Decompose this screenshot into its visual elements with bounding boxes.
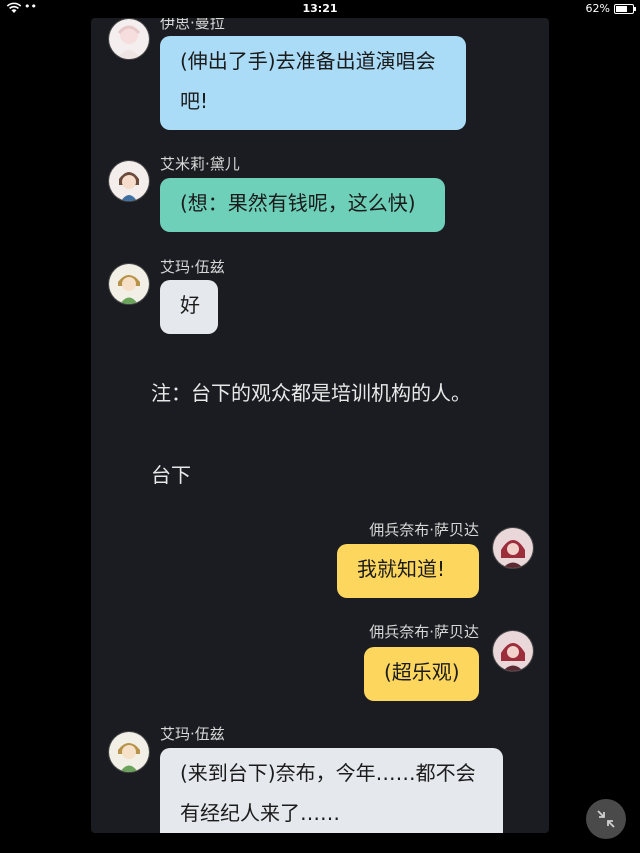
- message-text: (来到台下)奈布，今年……都不会: [180, 761, 476, 785]
- speaker-name: 伊思·曼拉: [160, 18, 225, 32]
- avatar-naib: [492, 630, 534, 672]
- collapse-arrows-icon: [597, 810, 615, 828]
- avatar-emily: [108, 160, 150, 202]
- message-text: 吧!: [180, 89, 209, 113]
- status-time: 13:21: [302, 2, 338, 15]
- status-bar: •• 13:21 62%: [0, 0, 640, 18]
- narration-text: 注：台下的观众都是培训机构的人。: [151, 381, 471, 405]
- chat-panel[interactable]: 伊思·曼拉 (伸出了手)去准备出道演唱会 吧! 艾米莉·黛儿 (想：果然有钱呢，…: [91, 18, 549, 833]
- message-text: (想：果然有钱呢，这么快): [180, 191, 416, 215]
- message-text: 我就知道!: [357, 557, 446, 581]
- speaker-name: 艾玛·伍兹: [160, 258, 225, 276]
- speaker-name: 佣兵奈布·萨贝达: [369, 623, 479, 641]
- message-text: 有经纪人来了……: [180, 801, 340, 825]
- speaker-name: 艾玛·伍兹: [160, 725, 225, 743]
- battery-percent: 62%: [585, 2, 610, 15]
- speaker-name: 佣兵奈布·萨贝达: [369, 521, 479, 539]
- message-text: (伸出了手)去准备出道演唱会: [180, 49, 436, 73]
- avatar-naib: [492, 527, 534, 569]
- avatar-yisi: [108, 18, 150, 60]
- narration-text: 台下: [151, 463, 191, 487]
- message-bubble: (想：果然有钱呢，这么快): [160, 178, 445, 232]
- battery-icon: [614, 4, 636, 14]
- message-bubble: (来到台下)奈布，今年……都不会 有经纪人来了……: [160, 748, 503, 833]
- speaker-name: 艾米莉·黛儿: [160, 155, 240, 173]
- collapse-button[interactable]: [586, 799, 626, 839]
- message-bubble: (超乐观): [364, 647, 479, 701]
- message-bubble: 我就知道!: [337, 544, 479, 598]
- message-bubble: (伸出了手)去准备出道演唱会 吧!: [160, 36, 466, 130]
- avatar-emma: [108, 263, 150, 305]
- avatar-emma: [108, 731, 150, 773]
- message-bubble: 好: [160, 280, 218, 334]
- message-text: 好: [180, 293, 200, 317]
- message-text: (超乐观): [384, 660, 460, 684]
